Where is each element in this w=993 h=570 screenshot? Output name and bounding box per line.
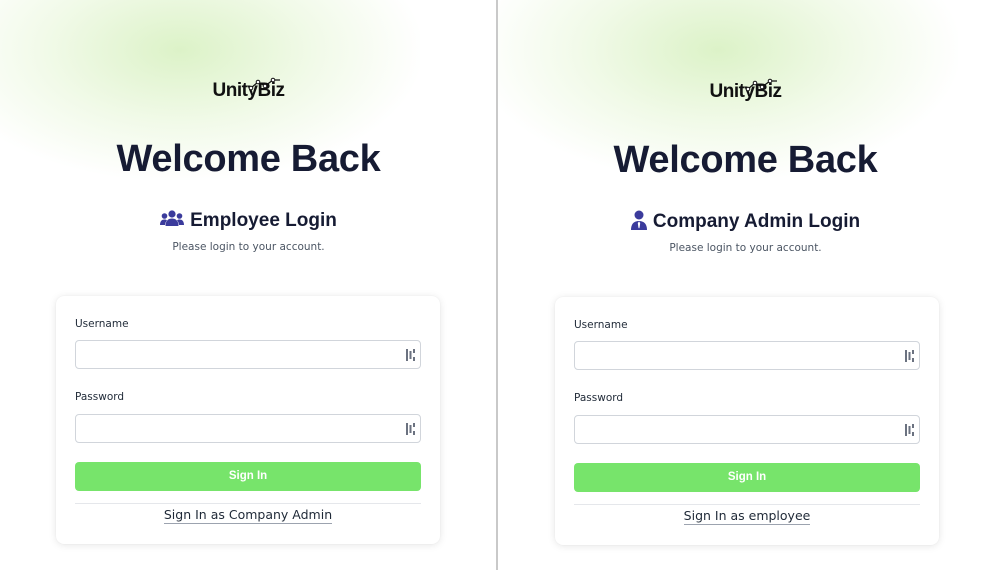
- switch-link-text[interactable]: Sign In as employee: [683, 508, 811, 525]
- sign-in-button[interactable]: Sign In: [574, 463, 920, 492]
- login-title: Employee Login: [0, 209, 497, 232]
- brand-logo: UnityBiz: [498, 78, 993, 103]
- divider: [574, 504, 920, 505]
- login-card: Username Password Sign In Sign In as Com…: [56, 296, 440, 544]
- password-manager-icon[interactable]: [406, 423, 417, 435]
- login-title-text: Company Admin Login: [652, 211, 861, 232]
- brand-logo: UnityBiz: [0, 77, 497, 102]
- users-icon: [160, 210, 185, 226]
- username-input[interactable]: [76, 341, 396, 368]
- admin-login-panel: UnityBiz Welcome Back Company Admin Logi…: [498, 0, 993, 570]
- password-manager-icon[interactable]: [905, 424, 916, 436]
- login-subtitle: Please login to your account.: [669, 242, 822, 254]
- username-label: Username: [75, 318, 129, 330]
- welcome-heading: Welcome Back: [613, 139, 878, 181]
- password-input[interactable]: [575, 416, 895, 443]
- password-manager-icon[interactable]: [406, 349, 417, 361]
- password-label: Password: [75, 391, 125, 403]
- logo-graph-icon: [745, 78, 777, 92]
- login-subtitle: Please login to your account.: [172, 241, 325, 253]
- password-field-wrapper: [75, 414, 421, 443]
- username-field-wrapper: [75, 340, 421, 369]
- username-label: Username: [574, 319, 628, 331]
- login-card: Username Password Sign In Sign In as emp…: [555, 297, 939, 545]
- welcome-heading: Welcome Back: [116, 138, 381, 180]
- employee-login-panel: UnityBiz Welcome Back Employee Login Ple…: [0, 0, 497, 570]
- switch-to-employee-link[interactable]: Sign In as employee: [555, 508, 939, 525]
- password-manager-icon[interactable]: [905, 350, 916, 362]
- logo-graph-icon: [248, 77, 280, 91]
- password-field-wrapper: [574, 415, 920, 444]
- password-input[interactable]: [76, 415, 396, 442]
- login-title-text: Employee Login: [190, 210, 337, 231]
- login-title: Company Admin Login: [498, 210, 993, 233]
- username-input[interactable]: [575, 342, 895, 369]
- sign-in-button[interactable]: Sign In: [75, 462, 421, 491]
- switch-link-text[interactable]: Sign In as Company Admin: [163, 507, 333, 524]
- user-tie-icon: [630, 210, 647, 230]
- switch-to-admin-link[interactable]: Sign In as Company Admin: [56, 507, 440, 524]
- username-field-wrapper: [574, 341, 920, 370]
- divider: [75, 503, 421, 504]
- password-label: Password: [574, 392, 624, 404]
